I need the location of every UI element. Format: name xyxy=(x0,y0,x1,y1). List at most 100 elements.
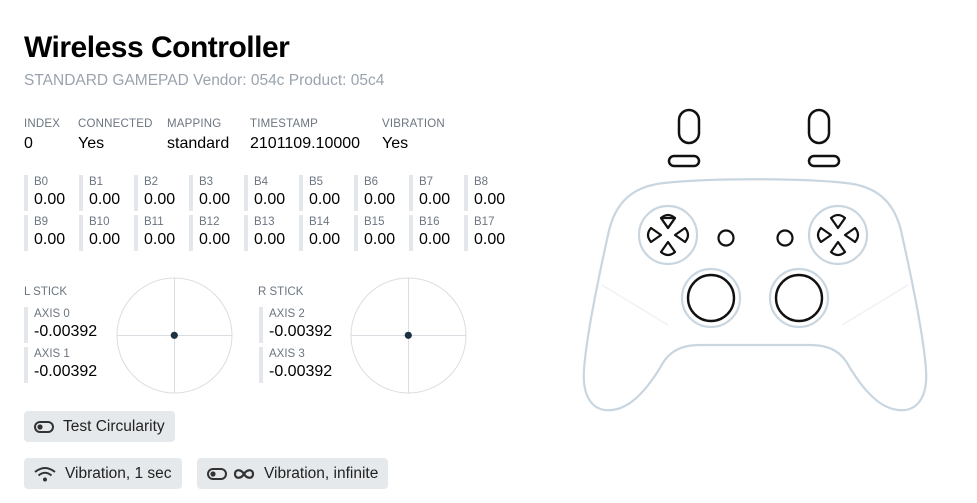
vibration-infinite-label: Vibration, infinite xyxy=(264,464,379,482)
button-value: 0.00 xyxy=(34,231,66,248)
button-value-b3: B3 0.00 xyxy=(189,175,240,211)
right-stick-position-dot xyxy=(404,331,412,339)
axis-label: AXIS 1 xyxy=(34,348,70,360)
button-value-b9: B9 0.00 xyxy=(24,215,75,251)
vibration-infinite-button[interactable]: Vibration, infinite xyxy=(197,458,389,489)
vibration-1-sec-button[interactable]: Vibration, 1 sec xyxy=(24,458,182,489)
left-stick-visualizer xyxy=(116,277,233,394)
button-label: B10 xyxy=(89,216,110,228)
button-label: B8 xyxy=(474,176,489,188)
button-value-b13: B13 0.00 xyxy=(244,215,295,251)
button-value-b1: B1 0.00 xyxy=(79,175,130,211)
axis-1: AXIS 1 -0.00392 xyxy=(24,347,104,383)
button-value-b7: B7 0.00 xyxy=(409,175,460,211)
button-value-b17: B17 0.00 xyxy=(464,215,515,251)
axis-0: AXIS 0 -0.00392 xyxy=(24,307,104,343)
button-value-b8: B8 0.00 xyxy=(464,175,515,211)
info-value: 0 xyxy=(24,135,33,152)
button-value: 0.00 xyxy=(364,231,396,248)
axis-value: -0.00392 xyxy=(34,323,98,340)
button-label: B15 xyxy=(364,216,385,228)
button-value: 0.00 xyxy=(474,231,506,248)
button-value: 0.00 xyxy=(199,191,231,208)
button-value: 0.00 xyxy=(199,231,231,248)
info-label: INDEX xyxy=(24,118,61,130)
button-value-b15: B15 0.00 xyxy=(354,215,405,251)
button-label: B7 xyxy=(419,176,434,188)
test-circularity-label: Test Circularity xyxy=(63,417,165,435)
axis-value: -0.00392 xyxy=(34,363,98,380)
axis-2: AXIS 2 -0.00392 xyxy=(259,307,339,343)
info-label: CONNECTED xyxy=(78,118,153,130)
button-value-b2: B2 0.00 xyxy=(134,175,185,211)
button-value: 0.00 xyxy=(309,231,341,248)
select-button xyxy=(717,229,735,247)
axis-3: AXIS 3 -0.00392 xyxy=(259,347,339,383)
button-label: B9 xyxy=(34,216,49,228)
axis-label: AXIS 0 xyxy=(34,308,70,320)
button-value: 0.00 xyxy=(89,231,121,248)
button-value-b14: B14 0.00 xyxy=(299,215,350,251)
button-value: 0.00 xyxy=(474,191,506,208)
page-title: Wireless Controller xyxy=(24,31,290,64)
button-label: B13 xyxy=(254,216,275,228)
face-buttons xyxy=(816,213,860,257)
button-value-b11: B11 0.00 xyxy=(134,215,185,251)
test-circularity-button[interactable]: Test Circularity xyxy=(24,411,175,442)
info-timestamp: TIMESTAMP 2101109.10000 xyxy=(250,117,360,154)
info-label: TIMESTAMP xyxy=(250,118,319,130)
button-label: B16 xyxy=(419,216,440,228)
button-label: B11 xyxy=(144,216,164,228)
right-stick-visualizer xyxy=(350,277,467,394)
button-value-b12: B12 0.00 xyxy=(189,215,240,251)
button-value-b0: B0 0.00 xyxy=(24,175,75,211)
left-analog-stick xyxy=(686,273,736,323)
right-bumper xyxy=(807,154,841,168)
button-value: 0.00 xyxy=(89,191,121,208)
left-bumper xyxy=(667,154,701,168)
gamepad-diagram xyxy=(582,108,928,412)
button-value: 0.00 xyxy=(419,231,451,248)
left-stick-label: L STICK xyxy=(24,286,68,298)
button-value: 0.00 xyxy=(364,191,396,208)
button-label: B17 xyxy=(474,216,495,228)
info-label: MAPPING xyxy=(167,118,222,130)
button-label: B2 xyxy=(144,176,159,188)
right-analog-stick xyxy=(774,273,824,323)
dpad xyxy=(646,213,690,257)
button-value-b10: B10 0.00 xyxy=(79,215,130,251)
button-label: B5 xyxy=(309,176,324,188)
button-value: 0.00 xyxy=(144,191,176,208)
wifi-icon xyxy=(34,466,56,482)
button-label: B4 xyxy=(254,176,269,188)
info-vibration: VIBRATION Yes xyxy=(382,117,445,154)
gamepad-body xyxy=(582,178,928,412)
info-label: VIBRATION xyxy=(382,118,445,130)
info-connected: CONNECTED Yes xyxy=(78,117,153,154)
axis-value: -0.00392 xyxy=(269,363,333,380)
button-value-b6: B6 0.00 xyxy=(354,175,405,211)
device-subtitle: STANDARD GAMEPAD Vendor: 054c Product: 0… xyxy=(24,72,385,89)
right-trigger xyxy=(807,108,831,145)
infinity-icon xyxy=(233,468,255,480)
button-label: B12 xyxy=(199,216,220,228)
left-stick-position-dot xyxy=(170,331,178,339)
button-label: B3 xyxy=(199,176,214,188)
button-values-grid: B0 0.00 B1 0.00 B2 0.00 B3 0.00 B4 0.00 B5 0.00 B6 0.… xyxy=(24,175,515,251)
info-value: Yes xyxy=(78,135,105,152)
info-value: standard xyxy=(167,135,230,152)
right-stick-panel: R STICK xyxy=(258,285,303,299)
axis-label: AXIS 2 xyxy=(269,308,305,320)
axis-label: AXIS 3 xyxy=(269,348,305,360)
button-label: B14 xyxy=(309,216,330,228)
right-stick-label: R STICK xyxy=(258,286,304,298)
button-value: 0.00 xyxy=(254,191,286,208)
info-value: Yes xyxy=(382,135,409,152)
start-button xyxy=(776,229,794,247)
button-value: 0.00 xyxy=(419,191,451,208)
left-trigger xyxy=(677,108,701,145)
button-value: 0.00 xyxy=(34,191,66,208)
info-index: INDEX 0 xyxy=(24,117,60,154)
button-value-b16: B16 0.00 xyxy=(409,215,460,251)
button-label: B6 xyxy=(364,176,379,188)
